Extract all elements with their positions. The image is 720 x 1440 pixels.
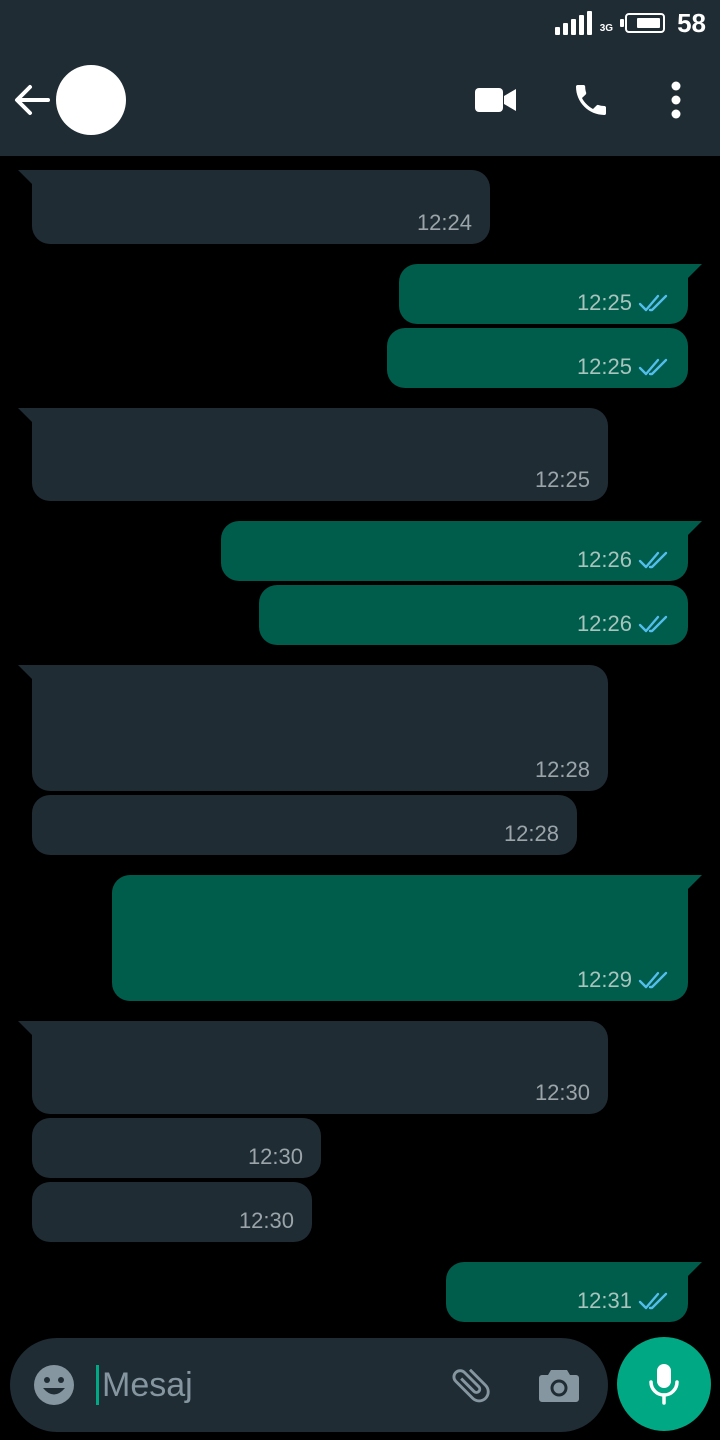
message-time: 12:28 xyxy=(503,821,559,846)
emoji-icon xyxy=(34,1365,74,1405)
message-time: 12:31 xyxy=(576,1288,632,1313)
message-bubble-incoming[interactable]: 12:24 xyxy=(18,170,490,244)
message-bubble-incoming[interactable]: 12:28 xyxy=(32,795,577,855)
back-button[interactable] xyxy=(12,82,52,118)
message-bubble-outgoing[interactable]: 12:25 xyxy=(399,264,702,324)
read-ticks-icon xyxy=(638,358,668,376)
more-vert-icon xyxy=(671,81,681,119)
read-ticks-icon xyxy=(638,1292,668,1310)
message-list[interactable]: 12:24 12:25 12:25 12:25 12:26 12:26 12:2… xyxy=(0,156,720,1336)
message-bubble-outgoing[interactable]: 12:25 xyxy=(387,328,688,388)
paperclip-icon xyxy=(452,1368,490,1403)
more-options-button[interactable] xyxy=(654,78,698,122)
network-type: 3G xyxy=(599,22,614,34)
signal-icon xyxy=(554,11,592,35)
message-composer xyxy=(10,1338,608,1432)
arrow-left-icon xyxy=(15,85,50,115)
emoji-button[interactable] xyxy=(32,1363,76,1407)
microphone-icon xyxy=(649,1364,679,1405)
message-time: 12:28 xyxy=(534,757,590,782)
message-time: 12:26 xyxy=(576,611,632,636)
message-bubble-outgoing[interactable]: 12:26 xyxy=(259,585,688,645)
message-bubble-outgoing[interactable]: 12:26 xyxy=(221,521,702,581)
status-bar: 3G 58 xyxy=(0,0,720,46)
avatar[interactable] xyxy=(56,65,126,135)
message-time: 12:30 xyxy=(238,1208,294,1233)
message-bubble-incoming[interactable]: 12:30 xyxy=(32,1118,321,1178)
attach-button[interactable] xyxy=(448,1362,494,1408)
message-time: 12:24 xyxy=(416,210,472,235)
message-time: 12:26 xyxy=(576,547,632,572)
message-bubble-outgoing[interactable]: 12:31 xyxy=(446,1262,702,1322)
message-time: 12:29 xyxy=(576,967,632,992)
message-bubble-incoming[interactable]: 12:25 xyxy=(18,408,608,501)
camera-icon xyxy=(539,1370,579,1402)
message-time: 12:25 xyxy=(576,354,632,379)
message-time: 12:25 xyxy=(534,467,590,492)
message-input[interactable] xyxy=(102,1360,432,1410)
message-time: 12:30 xyxy=(247,1144,303,1169)
message-bubble-incoming[interactable]: 12:30 xyxy=(18,1021,608,1114)
read-ticks-icon xyxy=(638,971,668,989)
phone-icon xyxy=(576,85,606,115)
read-ticks-icon xyxy=(638,551,668,569)
video-call-button[interactable] xyxy=(474,78,518,122)
read-ticks-icon xyxy=(638,294,668,312)
text-cursor xyxy=(96,1365,99,1405)
message-bubble-outgoing[interactable]: 12:29 xyxy=(112,875,702,1001)
message-bubble-incoming[interactable]: 12:30 xyxy=(32,1182,312,1242)
battery-icon xyxy=(620,13,666,33)
read-ticks-icon xyxy=(638,615,668,633)
battery-percent: 58 xyxy=(677,7,706,38)
camera-button[interactable] xyxy=(536,1362,582,1408)
voice-message-button[interactable] xyxy=(617,1337,711,1431)
voice-call-button[interactable] xyxy=(569,78,613,122)
chat-header: 3G 58 xyxy=(0,0,720,156)
message-time: 12:30 xyxy=(534,1080,590,1105)
video-call-icon xyxy=(475,88,516,112)
message-bubble-incoming[interactable]: 12:28 xyxy=(18,665,608,791)
message-time: 12:25 xyxy=(576,290,632,315)
